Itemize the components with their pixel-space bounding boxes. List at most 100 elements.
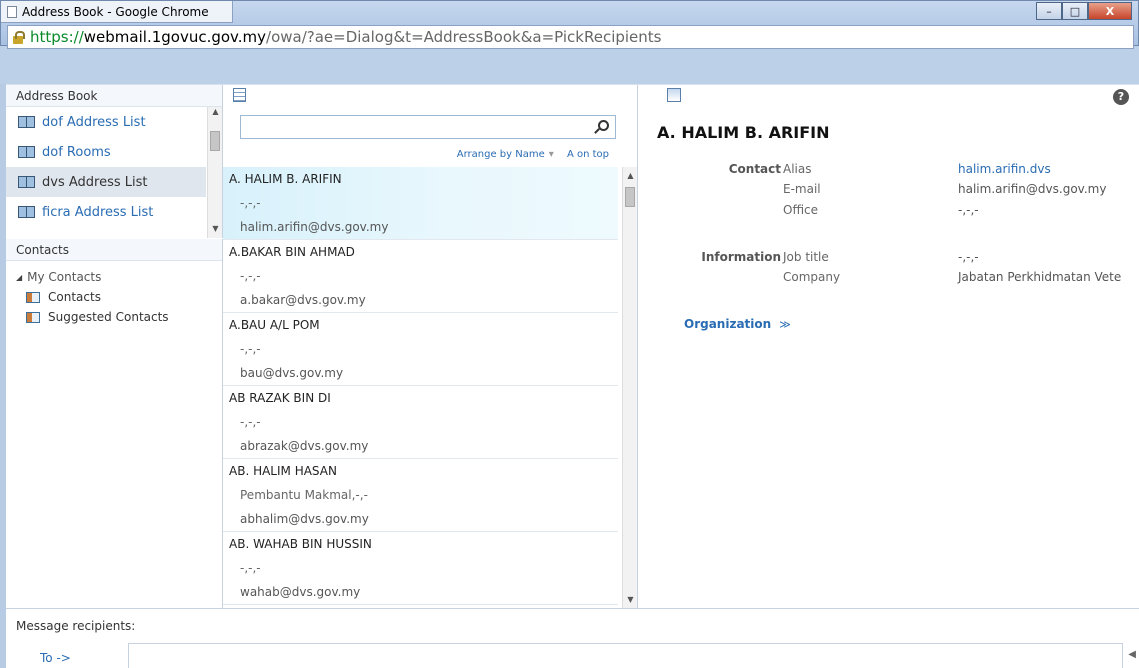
email-label: E-mail xyxy=(783,182,821,196)
contact-line: -,-,- xyxy=(240,269,261,283)
contact-list-scrollbar[interactable]: ▲ ▼ xyxy=(622,167,637,609)
address-list-item[interactable]: dof Rooms xyxy=(6,137,206,167)
double-chevron-down-icon[interactable]: ≫ xyxy=(779,318,791,331)
contact-email: a.bakar@dvs.gov.my xyxy=(240,293,366,307)
search-input[interactable] xyxy=(240,115,616,139)
contact-row[interactable]: AB. WAHAB BIN HUSSIN -,-,- wahab@dvs.gov… xyxy=(223,532,618,605)
contact-list-pane: Arrange by Name ▾ A on top A. HALIM B. AR… xyxy=(223,85,638,609)
contact-line: -,-,- xyxy=(240,561,261,575)
sort-order-button[interactable]: A on top xyxy=(567,149,609,160)
company-value: Jabatan Perkhidmatan Vete xyxy=(958,270,1122,284)
contact-name: AB RAZAK BIN DI xyxy=(229,391,331,405)
contact-line: -,-,- xyxy=(240,415,261,429)
contact-row-selected[interactable]: A. HALIM B. ARIFIN -,-,- halim.arifin@dv… xyxy=(223,167,618,240)
browser-title-bar: Address Book - Google Chrome – □ X https… xyxy=(0,0,1139,49)
address-list-label: dof Address List xyxy=(42,114,146,130)
help-icon[interactable]: ? xyxy=(1113,89,1129,105)
tree-item-label: Suggested Contacts xyxy=(48,310,169,324)
address-list-label: ficra Address List xyxy=(42,204,154,220)
to-recipients-input[interactable] xyxy=(128,643,1123,668)
window-title: Address Book - Google Chrome xyxy=(22,4,209,19)
tree-item-suggested-contacts[interactable]: Suggested Contacts xyxy=(16,307,212,327)
to-button[interactable]: To -> xyxy=(40,651,71,665)
email-value: halim.arifin@dvs.gov.my xyxy=(958,182,1107,196)
contact-row[interactable]: AB RAZAK BIN DI -,-,- abrazak@dvs.gov.my xyxy=(223,386,618,459)
tree-root-label: My Contacts xyxy=(27,270,102,284)
contact-email: halim.arifin@dvs.gov.my xyxy=(240,220,389,234)
scroll-up-icon[interactable]: ▲ xyxy=(208,107,223,121)
details-toolbar: ? xyxy=(639,85,1139,107)
contact-card-icon xyxy=(26,311,40,323)
office-value: -,-,- xyxy=(958,203,979,217)
contacts-pane: Contacts ◢ My Contacts Contacts Suggested… xyxy=(6,239,223,609)
lock-icon xyxy=(12,31,25,44)
scroll-thumb[interactable] xyxy=(210,131,220,151)
address-book-icon xyxy=(18,116,35,128)
information-section-label: Information xyxy=(701,250,781,264)
address-book-header: Address Book xyxy=(6,85,222,107)
contact-row[interactable]: AB. HALIM HASAN Pembantu Makmal,-,- abha… xyxy=(223,459,618,532)
contact-card-icon xyxy=(26,291,40,303)
details-name: A. HALIM B. ARIFIN xyxy=(657,123,830,142)
organization-toggle[interactable]: Organization ≫ xyxy=(684,317,791,331)
contact-line: Pembantu Makmal,-,- xyxy=(240,488,368,502)
url-path: /owa/?ae=Dialog&t=AddressBook&a=PickReci… xyxy=(266,28,662,46)
contact-name: A. HALIM B. ARIFIN xyxy=(229,172,342,186)
address-book-pane: Address Book dof Address List dof Rooms … xyxy=(6,85,223,238)
contact-line: -,-,- xyxy=(240,342,261,356)
address-book-icon xyxy=(18,206,35,218)
window-controls: – □ X xyxy=(1036,2,1132,20)
address-book-icon xyxy=(18,146,35,158)
recipients-label: Message recipients: xyxy=(16,619,136,633)
contact-email: bau@dvs.gov.my xyxy=(240,366,344,380)
minimize-button[interactable]: – xyxy=(1036,2,1062,20)
contact-email: wahab@dvs.gov.my xyxy=(240,585,361,599)
contact-email: abrazak@dvs.gov.my xyxy=(240,439,369,453)
business-card-icon[interactable] xyxy=(667,88,681,102)
scroll-up-icon[interactable]: ▲ xyxy=(623,171,638,185)
url-scheme: https:// xyxy=(30,28,84,46)
jobtitle-label: Job title xyxy=(783,250,829,264)
page-icon xyxy=(7,5,17,18)
scroll-down-icon[interactable]: ▼ xyxy=(623,595,638,609)
contact-line: -,-,- xyxy=(240,196,261,210)
search-icon[interactable] xyxy=(598,120,609,131)
address-list-item-selected[interactable]: dvs Address List xyxy=(6,167,206,197)
contact-details-pane: ? A. HALIM B. ARIFIN Contact Alias halim… xyxy=(639,85,1139,609)
maximize-button[interactable]: □ xyxy=(1062,2,1088,20)
contact-name: A.BAKAR BIN AHMAD xyxy=(229,245,355,259)
contact-row[interactable]: A.BAU A/L POM -,-,- bau@dvs.gov.my xyxy=(223,313,618,386)
tree-item-contacts[interactable]: Contacts xyxy=(16,287,212,307)
arrange-controls: Arrange by Name ▾ A on top xyxy=(457,149,609,160)
scroll-thumb[interactable] xyxy=(625,187,635,207)
list-view-icon[interactable] xyxy=(233,88,246,102)
contact-section-label: Contact xyxy=(728,162,781,176)
alias-value[interactable]: halim.arifin.dvs xyxy=(958,162,1051,176)
address-book-icon xyxy=(18,176,35,188)
tree-item-label: Contacts xyxy=(48,290,101,304)
address-bar[interactable]: https://webmail.1govuc.gov.my/owa/?ae=Di… xyxy=(7,25,1134,49)
dropdown-arrow-icon[interactable]: ▾ xyxy=(549,149,554,160)
address-list-item[interactable]: ficra Address List xyxy=(6,197,206,227)
list-toolbar xyxy=(223,85,637,107)
contact-name: AB. HALIM HASAN xyxy=(229,464,337,478)
address-list-label: dof Rooms xyxy=(42,144,111,160)
company-label: Company xyxy=(783,270,841,284)
window-title-tab: Address Book - Google Chrome xyxy=(1,1,233,23)
close-button[interactable]: X xyxy=(1088,2,1132,20)
organization-label: Organization xyxy=(684,317,772,331)
url-host: webmail.1govuc.gov.my xyxy=(83,28,267,46)
address-list-label: dvs Address List xyxy=(42,174,148,190)
scroll-left-icon[interactable]: ◀ xyxy=(1128,649,1136,660)
alias-label: Alias xyxy=(783,162,812,176)
address-list: dof Address List dof Rooms dvs Address L… xyxy=(6,107,206,227)
address-list-item[interactable]: dof Address List xyxy=(6,107,206,137)
tree-root-my-contacts[interactable]: ◢ My Contacts xyxy=(16,267,212,287)
address-list-scrollbar[interactable]: ▲ ▼ xyxy=(207,107,222,238)
contact-row[interactable]: A.BAKAR BIN AHMAD -,-,- a.bakar@dvs.gov.… xyxy=(223,240,618,313)
collapse-triangle-icon[interactable]: ◢ xyxy=(16,273,22,282)
contacts-tree: ◢ My Contacts Contacts Suggested Contacts xyxy=(6,261,222,333)
contacts-header: Contacts xyxy=(6,239,222,261)
scroll-down-icon[interactable]: ▼ xyxy=(208,224,223,238)
arrange-by-button[interactable]: Arrange by Name xyxy=(457,149,545,160)
